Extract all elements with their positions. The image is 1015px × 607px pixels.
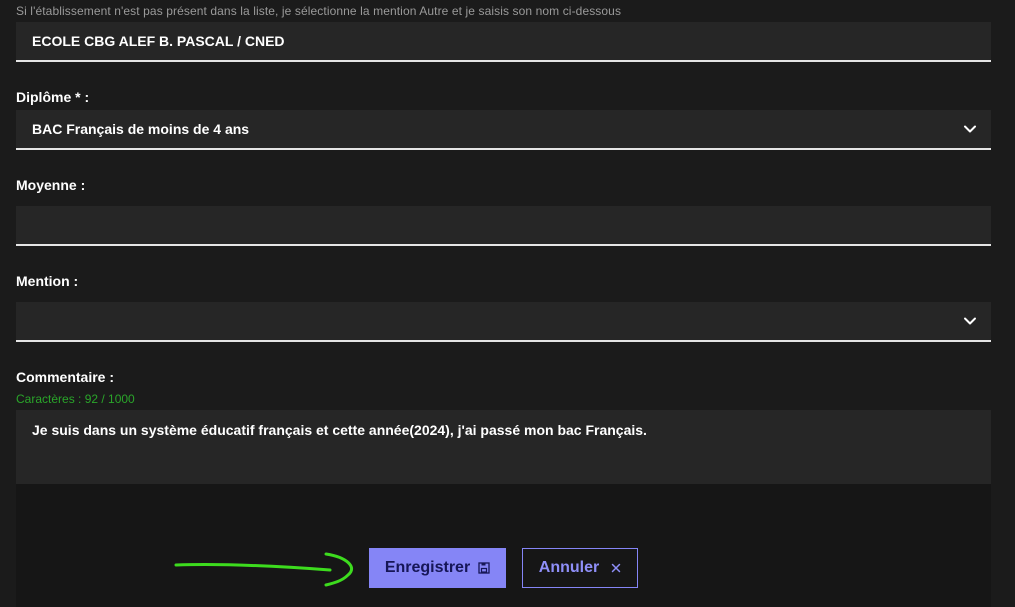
close-icon [611, 563, 621, 573]
diploma-label: Diplôme * : [16, 89, 90, 105]
save-button[interactable]: Enregistrer [369, 548, 506, 588]
diploma-selected-value: BAC Français de moins de 4 ans [32, 121, 250, 137]
chevron-down-icon [964, 125, 976, 133]
chevron-down-icon [964, 317, 976, 325]
establishment-name-value: ECOLE CBG ALEF B. PASCAL / CNED [32, 33, 285, 49]
comment-character-counter: Caractères : 92 / 1000 [16, 392, 135, 406]
page: Si l'établissement n'est pas présent dan… [0, 0, 1015, 607]
comment-value: Je suis dans un système éducatif françai… [32, 422, 647, 438]
mention-select[interactable] [16, 302, 991, 342]
cancel-button-label: Annuler [538, 559, 600, 576]
floppy-disk-icon [478, 562, 490, 574]
comment-textarea[interactable]: Je suis dans un système éducatif françai… [16, 410, 991, 484]
average-label: Moyenne : [16, 177, 86, 193]
average-input[interactable] [16, 206, 991, 246]
save-button-label: Enregistrer [384, 559, 471, 576]
mention-label: Mention : [16, 273, 79, 289]
form-actions-area [16, 484, 991, 607]
green-arrow-annotation [174, 552, 354, 587]
comment-label: Commentaire : [16, 369, 115, 385]
diploma-select[interactable]: BAC Français de moins de 4 ans [16, 110, 991, 150]
cancel-button[interactable]: Annuler [522, 548, 638, 588]
establishment-name-input[interactable]: ECOLE CBG ALEF B. PASCAL / CNED [16, 22, 991, 62]
establishment-hint: Si l'établissement n'est pas présent dan… [16, 4, 622, 18]
